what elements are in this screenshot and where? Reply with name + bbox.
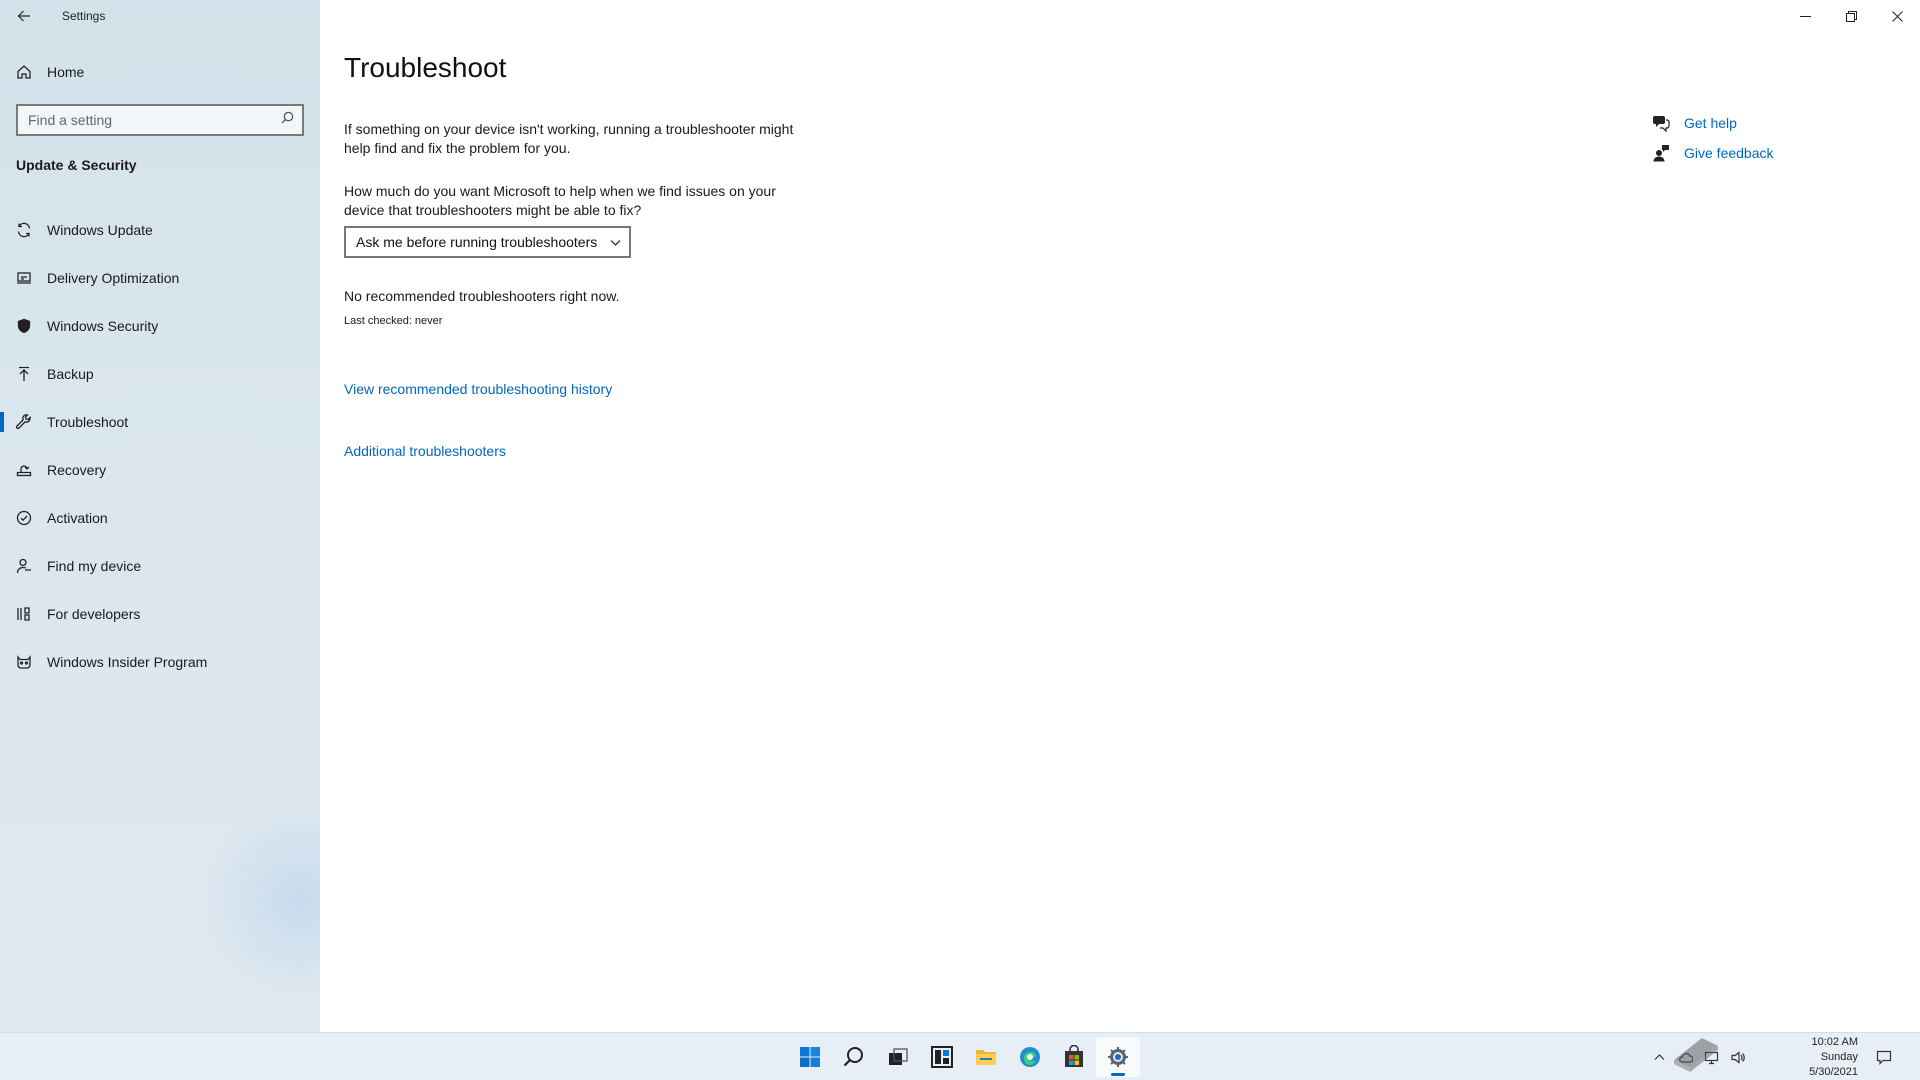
give-feedback-row[interactable]: Give feedback	[1652, 138, 1872, 168]
main-content: Troubleshoot If something on your device…	[344, 0, 1544, 1032]
search-input[interactable]	[28, 112, 268, 128]
wrench-icon	[0, 414, 48, 430]
taskbar-search-button[interactable]	[832, 1037, 876, 1077]
delivery-optimization-icon	[0, 270, 48, 286]
window-controls	[1782, 0, 1920, 32]
app-title: Settings	[62, 9, 106, 23]
edge-icon	[1020, 1047, 1040, 1067]
feedback-person-icon	[1652, 144, 1670, 162]
minimize-button[interactable]	[1782, 0, 1828, 32]
get-help-row[interactable]: Get help	[1652, 108, 1872, 138]
search-icon	[281, 111, 294, 129]
sidebar-item-label: Windows Update	[47, 222, 153, 238]
sidebar-item-windows-insider-program[interactable]: Windows Insider Program	[0, 638, 320, 686]
sidebar-item-recovery[interactable]: Recovery	[0, 446, 320, 494]
sidebar-item-home[interactable]: Home	[0, 56, 320, 88]
back-arrow-icon	[17, 10, 30, 22]
shield-icon	[0, 318, 48, 334]
backup-arrow-icon	[0, 366, 48, 382]
back-button[interactable]	[0, 0, 48, 32]
sidebar-item-windows-update[interactable]: Windows Update	[0, 206, 320, 254]
close-button[interactable]	[1874, 0, 1920, 32]
sidebar-item-label: Home	[47, 64, 85, 80]
sidebar-item-windows-security[interactable]: Windows Security	[0, 302, 320, 350]
notification-icon	[1876, 1050, 1892, 1065]
last-checked-text: Last checked: never	[344, 315, 443, 327]
sidebar-item-label: Find my device	[47, 558, 142, 574]
widgets-button[interactable]	[920, 1037, 964, 1077]
close-icon	[1891, 10, 1903, 22]
watermark-logo	[1668, 1028, 1848, 1080]
search-icon	[843, 1047, 863, 1067]
troubleshoot-preference-dropdown[interactable]: Ask me before running troubleshooters	[344, 226, 631, 258]
chevron-down-icon	[610, 239, 621, 246]
recovery-icon	[0, 462, 48, 478]
taskbar-apps	[788, 1033, 1140, 1080]
sidebar-item-label: Backup	[47, 366, 94, 382]
sidebar-nav: Windows Update Delivery Optimization Win…	[0, 206, 320, 686]
store-icon	[1065, 1045, 1083, 1067]
sidebar-item-activation[interactable]: Activation	[0, 494, 320, 542]
recommended-status: No recommended troubleshooters right now…	[344, 288, 620, 304]
search-box[interactable]	[16, 104, 304, 136]
additional-troubleshooters-link[interactable]: Additional troubleshooters	[344, 443, 506, 459]
dropdown-selected-value: Ask me before running troubleshooters	[356, 234, 598, 250]
title-bar: Settings	[0, 0, 320, 32]
person-location-icon	[0, 558, 48, 574]
restore-icon	[1845, 10, 1857, 22]
sidebar-item-label: Delivery Optimization	[47, 270, 180, 286]
sidebar-item-label: Recovery	[47, 462, 107, 478]
task-view-button[interactable]	[876, 1037, 920, 1077]
store-button[interactable]	[1052, 1037, 1096, 1077]
sidebar-item-for-developers[interactable]: For developers	[0, 590, 320, 638]
sidebar-item-troubleshoot[interactable]: Troubleshoot	[0, 398, 320, 446]
start-button[interactable]	[788, 1037, 832, 1077]
chevron-up-icon	[1654, 1053, 1664, 1060]
book-icon	[1674, 1038, 1718, 1072]
settings-taskbar-button[interactable]	[1096, 1037, 1140, 1077]
help-level-question: How much do you want Microsoft to help w…	[344, 183, 776, 218]
edge-button[interactable]	[1008, 1037, 1052, 1077]
chat-help-icon	[1652, 114, 1670, 132]
notification-center-button[interactable]	[1872, 1045, 1896, 1069]
file-explorer-icon	[976, 1050, 996, 1065]
home-icon	[0, 64, 48, 80]
page-title: Troubleshoot	[344, 52, 507, 83]
start-icon	[800, 1047, 820, 1067]
help-panel: Get help Give feedback	[1652, 108, 1872, 168]
sidebar-item-label: Windows Insider Program	[47, 654, 208, 670]
sidebar-item-label: Activation	[47, 510, 108, 526]
sidebar-item-find-my-device[interactable]: Find my device	[0, 542, 320, 590]
widgets-icon	[931, 1046, 953, 1068]
sidebar-item-label: Windows Security	[47, 318, 159, 334]
sidebar-item-label: Troubleshoot	[47, 414, 129, 430]
settings-icon	[1108, 1047, 1128, 1067]
sidebar: Settings Home Update & Security Windows …	[0, 0, 320, 1032]
developer-icon	[0, 606, 48, 622]
get-help-link[interactable]: Get help	[1684, 115, 1737, 131]
view-history-link[interactable]: View recommended troubleshooting history	[344, 381, 612, 397]
page-description: If something on your device isn't workin…	[344, 121, 794, 156]
sync-icon	[0, 222, 48, 238]
restore-button[interactable]	[1828, 0, 1874, 32]
sidebar-item-label: For developers	[47, 606, 141, 622]
taskbar: 10:02 AM Sunday 5/30/2021	[0, 1032, 1920, 1080]
check-circle-icon	[0, 510, 48, 526]
task-view-icon	[889, 1048, 908, 1065]
insider-cat-icon	[0, 654, 48, 670]
file-explorer-button[interactable]	[964, 1037, 1008, 1077]
sidebar-item-backup[interactable]: Backup	[0, 350, 320, 398]
give-feedback-link[interactable]: Give feedback	[1684, 145, 1774, 161]
section-title: Update & Security	[16, 157, 137, 173]
minimize-icon	[1799, 15, 1811, 17]
sidebar-item-delivery-optimization[interactable]: Delivery Optimization	[0, 254, 320, 302]
